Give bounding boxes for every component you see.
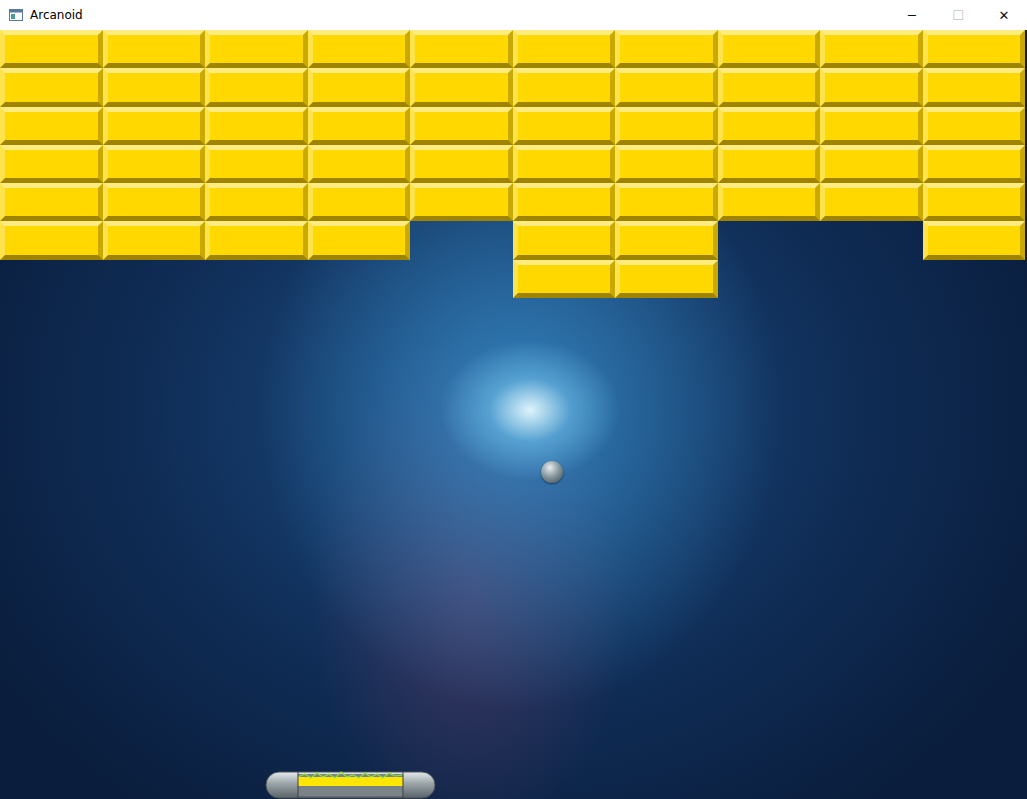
brick-grid xyxy=(0,30,1025,298)
brick xyxy=(103,145,206,183)
brick xyxy=(820,183,923,221)
empty-brick-slot xyxy=(410,221,513,259)
brick xyxy=(103,221,206,259)
brick xyxy=(308,30,411,68)
brick xyxy=(205,183,308,221)
paddle[interactable] xyxy=(265,768,436,799)
title-bar: Arcanoid─☐✕ xyxy=(0,0,1027,30)
empty-brick-slot xyxy=(0,260,103,298)
ball xyxy=(541,461,563,483)
brick xyxy=(923,183,1026,221)
window-control-button[interactable]: ─ xyxy=(889,0,935,30)
brick xyxy=(615,145,718,183)
brick xyxy=(923,30,1026,68)
brick xyxy=(820,68,923,106)
brick xyxy=(513,260,616,298)
brick xyxy=(513,183,616,221)
brick xyxy=(615,68,718,106)
brick xyxy=(615,107,718,145)
brick xyxy=(0,30,103,68)
brick xyxy=(923,107,1026,145)
brick xyxy=(615,183,718,221)
empty-brick-slot xyxy=(718,221,821,259)
brick xyxy=(718,145,821,183)
brick xyxy=(923,221,1026,259)
brick xyxy=(718,68,821,106)
brick xyxy=(615,221,718,259)
brick xyxy=(513,68,616,106)
brick xyxy=(103,68,206,106)
brick xyxy=(0,183,103,221)
brick xyxy=(923,145,1026,183)
brick xyxy=(103,30,206,68)
brick xyxy=(103,183,206,221)
brick xyxy=(308,107,411,145)
game-area[interactable] xyxy=(0,30,1027,799)
brick xyxy=(308,183,411,221)
empty-brick-slot xyxy=(923,260,1026,298)
brick xyxy=(103,107,206,145)
empty-brick-slot xyxy=(820,260,923,298)
brick xyxy=(205,30,308,68)
brick xyxy=(820,145,923,183)
brick xyxy=(410,107,513,145)
brick xyxy=(410,183,513,221)
empty-brick-slot xyxy=(718,260,821,298)
brick xyxy=(718,30,821,68)
brick xyxy=(410,30,513,68)
brick xyxy=(205,68,308,106)
brick xyxy=(718,107,821,145)
brick xyxy=(308,68,411,106)
window-title: Arcanoid xyxy=(30,8,889,22)
window-control-button[interactable]: ✕ xyxy=(981,0,1027,30)
brick xyxy=(513,30,616,68)
brick xyxy=(615,260,718,298)
brick xyxy=(513,107,616,145)
brick xyxy=(718,183,821,221)
brick xyxy=(205,107,308,145)
app-icon xyxy=(9,8,23,22)
game-window: Arcanoid─☐✕ xyxy=(0,0,1027,799)
brick xyxy=(410,145,513,183)
empty-brick-slot xyxy=(410,260,513,298)
brick xyxy=(0,68,103,106)
brick xyxy=(410,68,513,106)
empty-brick-slot xyxy=(308,260,411,298)
brick xyxy=(923,68,1026,106)
window-controls: ─☐✕ xyxy=(889,0,1027,30)
brick xyxy=(0,107,103,145)
brick xyxy=(0,221,103,259)
brick xyxy=(205,221,308,259)
empty-brick-slot xyxy=(820,221,923,259)
brick xyxy=(513,221,616,259)
brick xyxy=(0,145,103,183)
brick xyxy=(820,107,923,145)
brick xyxy=(205,145,308,183)
window-control-button: ☐ xyxy=(935,0,981,30)
brick xyxy=(308,145,411,183)
empty-brick-slot xyxy=(103,260,206,298)
brick xyxy=(820,30,923,68)
empty-brick-slot xyxy=(205,260,308,298)
brick xyxy=(513,145,616,183)
brick xyxy=(615,30,718,68)
brick xyxy=(308,221,411,259)
